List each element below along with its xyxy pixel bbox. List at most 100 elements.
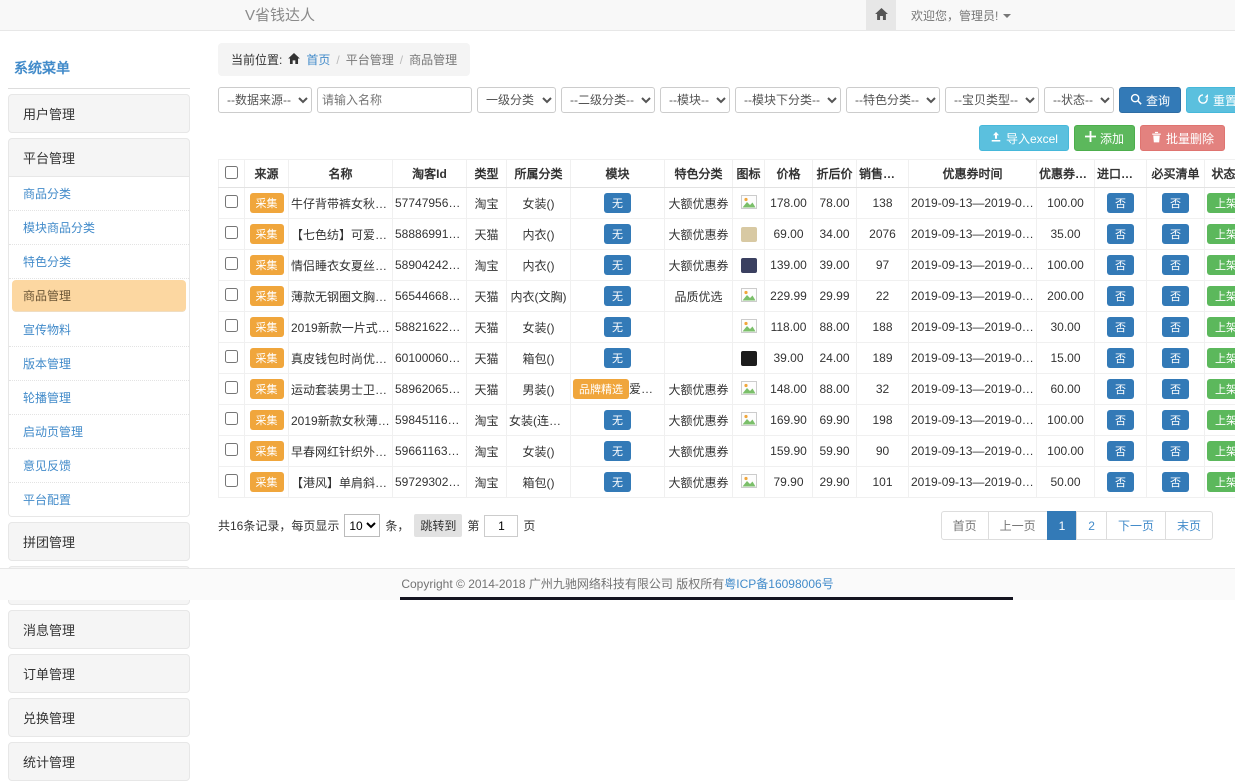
cell-coupon-amount: 30.00: [1037, 312, 1095, 343]
cell-category: 内衣(): [507, 219, 571, 250]
sidebar-item[interactable]: 模块商品分类: [9, 211, 189, 245]
filter-select[interactable]: --状态--: [1044, 87, 1114, 113]
sidebar-item[interactable]: 商品管理: [12, 280, 186, 312]
sidebar-item[interactable]: 平台配置: [9, 483, 189, 516]
import-select-toggle[interactable]: 否: [1107, 224, 1134, 244]
sidebar-group: 统计管理: [8, 742, 190, 781]
cell-price: 69.00: [765, 219, 813, 250]
import-select-toggle[interactable]: 否: [1107, 441, 1134, 461]
sidebar-item[interactable]: 轮播管理: [9, 381, 189, 415]
status-button[interactable]: 上架: [1207, 472, 1235, 492]
add-button[interactable]: 添加: [1074, 125, 1135, 151]
status-button[interactable]: 上架: [1207, 441, 1235, 461]
jump-page-input[interactable]: [484, 515, 518, 537]
filter-select[interactable]: 一级分类: [477, 87, 556, 113]
sidebar-group: 订单管理: [8, 654, 190, 693]
sidebar-group-header[interactable]: 用户管理: [9, 95, 189, 132]
sidebar-item[interactable]: 特色分类: [9, 245, 189, 279]
status-button[interactable]: 上架: [1207, 193, 1235, 213]
row-checkbox[interactable]: [225, 319, 238, 332]
home-button[interactable]: [866, 0, 896, 31]
must-buy-toggle[interactable]: 否: [1162, 348, 1189, 368]
import-select-toggle[interactable]: 否: [1107, 410, 1134, 430]
must-buy-toggle[interactable]: 否: [1162, 224, 1189, 244]
row-checkbox[interactable]: [225, 257, 238, 270]
sidebar-item[interactable]: 宣传物料: [9, 313, 189, 347]
name-search-input[interactable]: [317, 87, 472, 113]
row-checkbox[interactable]: [225, 288, 238, 301]
sidebar-group-header[interactable]: 兑换管理: [9, 699, 189, 736]
cell-module: 品牌精选爱上运动: [571, 374, 665, 405]
sidebar-group-header[interactable]: 订单管理: [9, 655, 189, 692]
import-excel-button[interactable]: 导入excel: [979, 125, 1069, 151]
user-menu[interactable]: 欢迎您，管理员!: [911, 7, 1011, 24]
import-select-toggle[interactable]: 否: [1107, 317, 1134, 337]
filter-select[interactable]: --模块--: [660, 87, 730, 113]
filter-select[interactable]: --特色分类--: [846, 87, 940, 113]
status-button[interactable]: 上架: [1207, 379, 1235, 399]
pager-button[interactable]: 末页: [1165, 511, 1213, 540]
status-button[interactable]: 上架: [1207, 224, 1235, 244]
search-button[interactable]: 查询: [1119, 87, 1181, 113]
row-checkbox[interactable]: [225, 226, 238, 239]
status-button[interactable]: 上架: [1207, 410, 1235, 430]
must-buy-toggle[interactable]: 否: [1162, 255, 1189, 275]
breadcrumb-home-link[interactable]: 首页: [306, 51, 330, 68]
import-select-toggle[interactable]: 否: [1107, 286, 1134, 306]
cell-source: 采集: [245, 405, 289, 436]
import-select-toggle[interactable]: 否: [1107, 379, 1134, 399]
sidebar-item[interactable]: 启动页管理: [9, 415, 189, 449]
import-select-toggle[interactable]: 否: [1107, 193, 1134, 213]
row-checkbox[interactable]: [225, 474, 238, 487]
sidebar-item[interactable]: 意见反馈: [9, 449, 189, 483]
pager-button[interactable]: 下一页: [1106, 511, 1166, 540]
select-all-checkbox-cell: [219, 160, 245, 188]
sidebar-group-header[interactable]: 统计管理: [9, 743, 189, 780]
filter-select[interactable]: --模块下分类--: [735, 87, 841, 113]
cell-import-select: 否: [1095, 405, 1147, 436]
filter-select[interactable]: --二级分类--: [561, 87, 655, 113]
cell-type: 天猫: [467, 374, 507, 405]
status-button[interactable]: 上架: [1207, 317, 1235, 337]
import-select-toggle[interactable]: 否: [1107, 472, 1134, 492]
must-buy-toggle[interactable]: 否: [1162, 472, 1189, 492]
cell-icon: [733, 374, 765, 405]
sidebar-group-header[interactable]: 拼团管理: [9, 523, 189, 560]
must-buy-toggle[interactable]: 否: [1162, 193, 1189, 213]
cell-must-buy: 否: [1147, 188, 1205, 219]
sidebar-group-header[interactable]: 消息管理: [9, 611, 189, 648]
filter-select[interactable]: --数据来源--: [218, 87, 312, 113]
must-buy-toggle[interactable]: 否: [1162, 379, 1189, 399]
batch-delete-button[interactable]: 批量删除: [1140, 125, 1225, 151]
import-select-toggle[interactable]: 否: [1107, 348, 1134, 368]
sidebar-item[interactable]: 版本管理: [9, 347, 189, 381]
filter-select[interactable]: --宝贝类型--: [945, 87, 1039, 113]
status-button[interactable]: 上架: [1207, 286, 1235, 306]
must-buy-toggle[interactable]: 否: [1162, 410, 1189, 430]
must-buy-toggle[interactable]: 否: [1162, 441, 1189, 461]
pager-button[interactable]: 首页: [941, 511, 989, 540]
row-checkbox[interactable]: [225, 350, 238, 363]
import-select-toggle[interactable]: 否: [1107, 255, 1134, 275]
jump-button[interactable]: 跳转到: [414, 514, 462, 537]
page-size-select[interactable]: 10: [344, 514, 380, 537]
row-checkbox-cell: [219, 467, 245, 498]
pager-button[interactable]: 1: [1047, 511, 1078, 540]
row-checkbox[interactable]: [225, 195, 238, 208]
row-checkbox[interactable]: [225, 412, 238, 425]
select-all-checkbox[interactable]: [225, 166, 238, 179]
pager-button[interactable]: 2: [1076, 511, 1107, 540]
sidebar-group-header[interactable]: 平台管理: [9, 139, 189, 176]
must-buy-toggle[interactable]: 否: [1162, 286, 1189, 306]
status-button[interactable]: 上架: [1207, 255, 1235, 275]
status-button[interactable]: 上架: [1207, 348, 1235, 368]
icp-link[interactable]: 粤ICP备16098006号: [724, 577, 833, 591]
pager-button[interactable]: 上一页: [988, 511, 1048, 540]
row-checkbox[interactable]: [225, 381, 238, 394]
column-header: 特色分类: [665, 160, 733, 188]
reset-button[interactable]: 重置: [1186, 87, 1235, 113]
sidebar-item[interactable]: 商品分类: [9, 177, 189, 211]
cell-price: 79.90: [765, 467, 813, 498]
row-checkbox[interactable]: [225, 443, 238, 456]
must-buy-toggle[interactable]: 否: [1162, 317, 1189, 337]
